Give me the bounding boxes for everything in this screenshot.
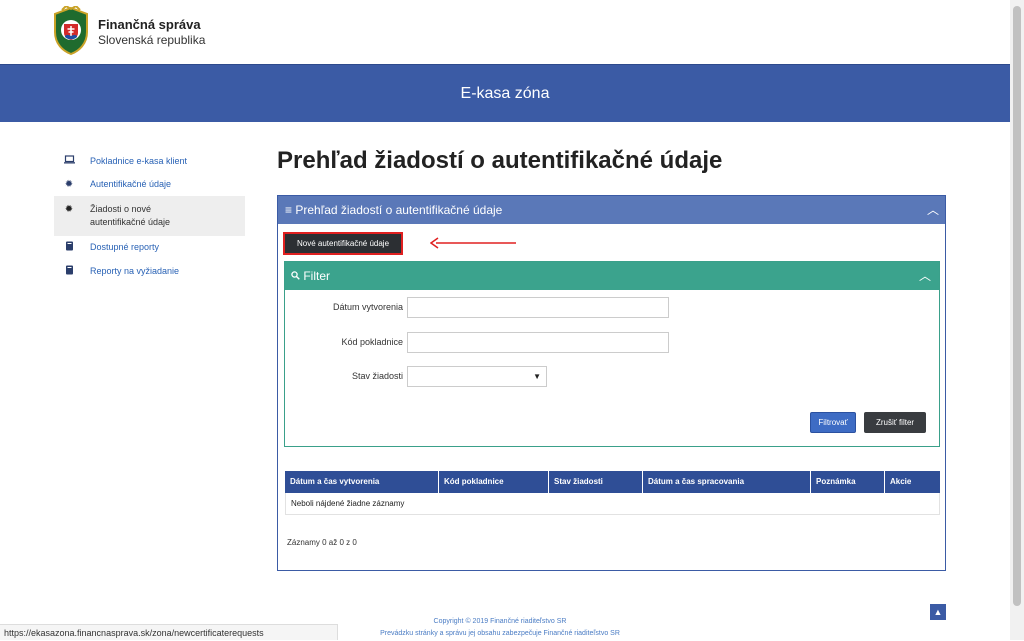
- certificate-icon: ✹: [64, 179, 74, 190]
- laptop-icon: [62, 155, 76, 168]
- column-note[interactable]: Poznámka: [811, 471, 885, 493]
- column-created[interactable]: Dátum a čas vytvorenia: [285, 471, 439, 493]
- column-processed[interactable]: Dátum a čas spracovania: [643, 471, 811, 493]
- column-actions: Akcie: [890, 477, 912, 486]
- sidebar-item-new-requests[interactable]: ✹ Žiadosti o nové autentifikačné údaje: [54, 196, 245, 236]
- zone-banner: E-kasa zóna: [0, 64, 1010, 122]
- apply-filter-button[interactable]: Filtrovať: [810, 412, 856, 433]
- sidebar-item-available-reports[interactable]: Dostupné reporty: [54, 236, 245, 260]
- request-status-select[interactable]: ▼: [407, 366, 547, 387]
- sidebar-item-label: Reporty na vyžiadanie: [90, 266, 180, 276]
- sidebar-item-label: Autentifikačné údaje: [90, 179, 172, 189]
- chevron-up-icon[interactable]: ︿: [927, 196, 939, 224]
- column-register-code[interactable]: Kód pokladnice: [439, 471, 549, 493]
- records-info: Záznamy 0 až 0 z 0: [287, 538, 357, 547]
- sidebar-item-auth-data[interactable]: ✹ Autentifikačné údaje: [54, 173, 245, 196]
- chevron-up-icon[interactable]: ︿: [919, 262, 931, 290]
- sidebar-item-cash-registers[interactable]: Pokladnice e-kasa klient: [54, 150, 245, 173]
- page-title: Prehľad žiadostí o autentifikačné údaje: [277, 147, 723, 174]
- brand-subtitle: Slovenská republika: [98, 33, 206, 47]
- new-auth-data-button[interactable]: Nové autentifikačné údaje: [283, 232, 403, 255]
- column-status[interactable]: Stav žiadosti: [549, 471, 643, 493]
- requests-panel: ≡ Prehľad žiadostí o autentifikačné údaj…: [277, 195, 946, 571]
- sidebar-nav: Pokladnice e-kasa klient ✹ Autentifikačn…: [54, 150, 245, 284]
- filter-panel: Filter ︿ Dátum vytvorenia Kód pokladnice…: [284, 261, 940, 447]
- search-icon: [291, 269, 303, 283]
- financial-administration-logo[interactable]: [52, 6, 90, 56]
- sidebar-item-reports-on-demand[interactable]: Reporty na vyžiadanie: [54, 260, 245, 284]
- sidebar-item-label: Žiadosti o nové autentifikačné údaje: [90, 204, 171, 227]
- created-date-input[interactable]: [407, 297, 669, 318]
- filter-row-request-status: Stav žiadosti ▼: [285, 366, 685, 387]
- menu-icon: ≡: [285, 203, 293, 217]
- page-scrollbar[interactable]: [1010, 0, 1024, 640]
- book-icon: [62, 265, 76, 279]
- filter-header[interactable]: Filter ︿: [285, 262, 939, 290]
- register-code-label: Kód pokladnice: [341, 337, 403, 347]
- requests-table: Dátum a čas vytvorenia Kód pokladnice St…: [285, 471, 940, 515]
- book-icon: [62, 241, 76, 255]
- browser-status-bar: https://ekasazona.financnasprava.sk/zona…: [0, 624, 338, 640]
- sidebar-item-label: Pokladnice e-kasa klient: [90, 156, 188, 166]
- scrollbar-thumb[interactable]: [1013, 6, 1021, 606]
- filter-row-register-code: Kód pokladnice: [285, 332, 685, 353]
- arrow-left-icon: [430, 237, 516, 249]
- brand-name: Finančná správa: [98, 17, 201, 32]
- empty-table-row: Neboli nájdené žiadne záznamy: [285, 493, 940, 515]
- table-header: Dátum a čas vytvorenia Kód pokladnice St…: [285, 471, 940, 493]
- back-to-top-button[interactable]: ▲: [930, 604, 946, 620]
- filter-row-created-date: Dátum vytvorenia: [285, 297, 685, 318]
- banner-title: E-kasa zóna: [460, 85, 550, 102]
- site-header: Finančná správa Slovenská republika: [0, 0, 1010, 64]
- created-date-label: Dátum vytvorenia: [332, 302, 403, 312]
- clear-filter-button[interactable]: Zrušiť filter: [864, 412, 926, 433]
- filter-title: Filter: [303, 269, 331, 283]
- chevron-down-icon: ▼: [533, 372, 541, 381]
- sidebar-item-label: Dostupné reporty: [90, 242, 160, 252]
- register-code-input[interactable]: [407, 332, 669, 353]
- panel-header[interactable]: ≡ Prehľad žiadostí o autentifikačné údaj…: [278, 196, 945, 224]
- request-status-label: Stav žiadosti: [351, 371, 403, 381]
- chevron-up-icon: ▲: [933, 607, 943, 617]
- certificate-icon: ✹: [64, 204, 74, 215]
- panel-title: Prehľad žiadostí o autentifikačné údaje: [295, 203, 503, 217]
